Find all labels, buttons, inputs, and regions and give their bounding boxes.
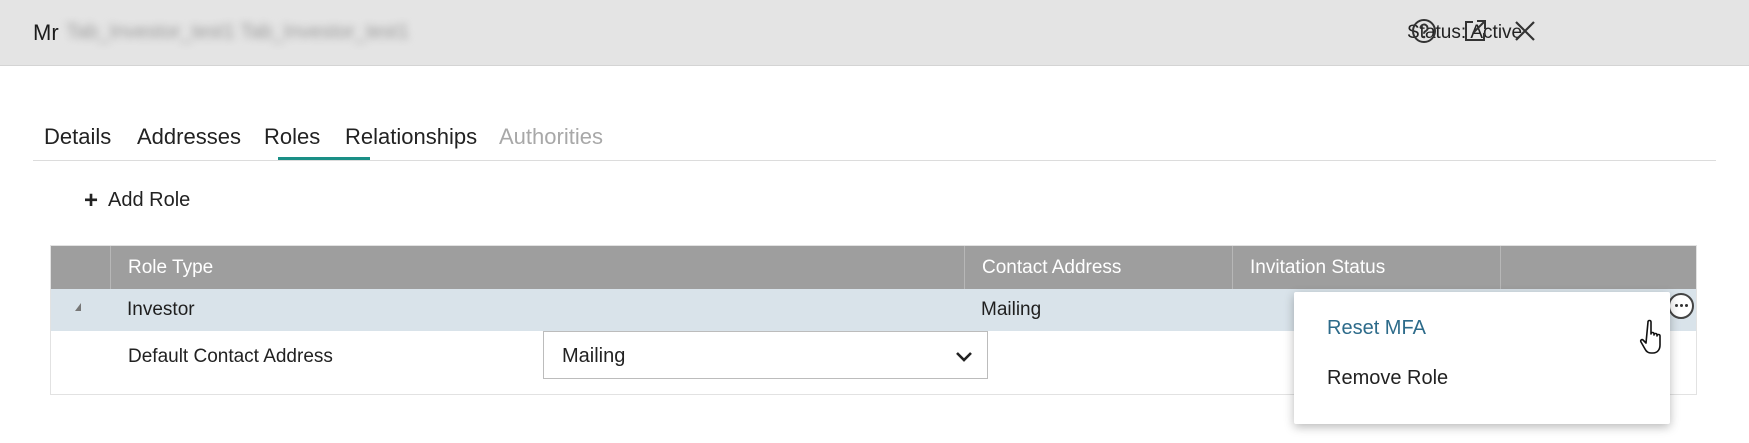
tab-addresses[interactable]: Addresses [137, 124, 241, 150]
grid-header: Role Type Contact Address Invitation Sta… [51, 246, 1696, 289]
default-contact-address-select[interactable]: Mailing [543, 331, 988, 379]
chevron-down-icon [956, 352, 972, 362]
hand-pointer-cursor-icon [1639, 319, 1661, 354]
row-context-menu: Reset MFA Remove Role [1294, 292, 1670, 424]
help-circle-icon[interactable] [1409, 16, 1439, 46]
row-actions-more-icon[interactable] [1668, 293, 1694, 319]
add-role-label: Add Role [108, 189, 191, 211]
select-value: Mailing [562, 345, 626, 367]
expander-column-header [51, 246, 110, 289]
default-contact-address-label: Default Contact Address [128, 346, 333, 367]
column-header-invitation-status[interactable]: Invitation Status [1232, 246, 1500, 289]
add-role-button[interactable]: + Add Role [84, 186, 191, 214]
role-type-cell: Investor [127, 299, 195, 320]
plus-icon: + [84, 186, 99, 214]
tab-authorities: Authorities [499, 124, 603, 149]
tab-details[interactable]: Details [44, 124, 111, 150]
investor-name: Tab_Investor_test1 Tab_Investor_test1 [66, 21, 410, 43]
contact-address-cell: Mailing [981, 299, 1042, 320]
column-header-contact-address[interactable]: Contact Address [964, 246, 1232, 289]
column-header-role-type[interactable]: Role Type [110, 246, 964, 289]
collapse-triangle-icon[interactable] [75, 303, 81, 311]
menu-item-reset-mfa[interactable]: Reset MFA [1327, 317, 1426, 340]
tab-bar: Details Addresses Roles Relationships Au… [33, 118, 1716, 161]
title-bar: Mr Tab_Investor_test1 Tab_Investor_test1… [0, 0, 1749, 66]
title-prefix: Mr [33, 20, 59, 45]
active-tab-indicator [278, 157, 370, 160]
popout-icon[interactable] [1460, 16, 1490, 46]
tab-relationships[interactable]: Relationships [345, 124, 477, 150]
actions-column-header [1500, 246, 1696, 289]
close-icon[interactable] [1510, 16, 1540, 46]
menu-item-remove-role[interactable]: Remove Role [1327, 367, 1448, 390]
tab-roles[interactable]: Roles [264, 124, 320, 150]
